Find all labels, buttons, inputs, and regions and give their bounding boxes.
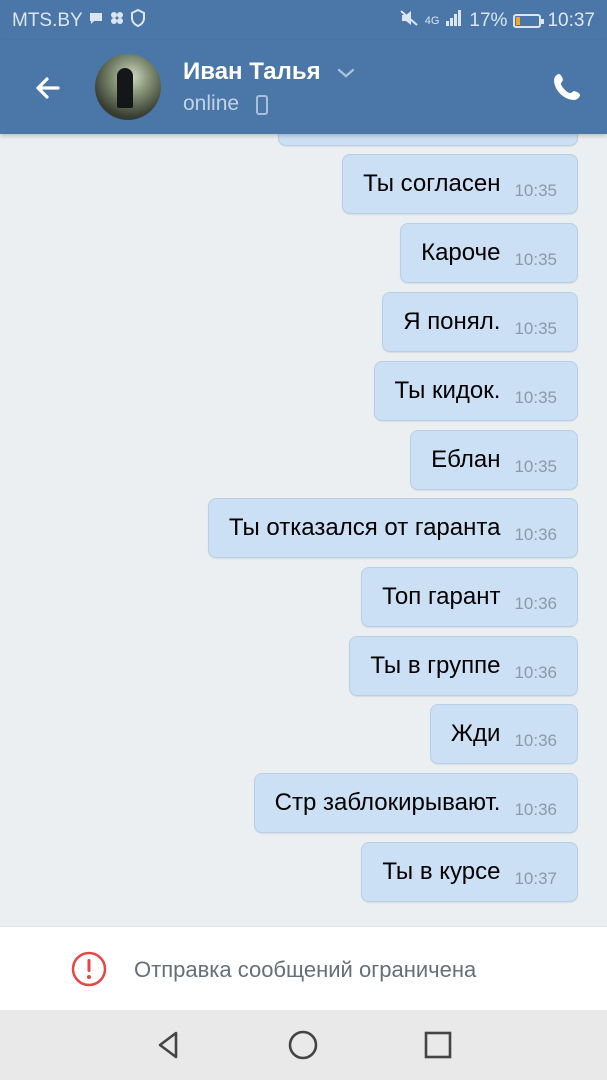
message-text: Я понял.: [403, 308, 501, 335]
message-text: Топ гарант: [382, 583, 501, 610]
restriction-notice: Отправка сообщений ограничена: [0, 926, 607, 1011]
message-text: Ты в курсе: [382, 858, 501, 885]
mobile-device-icon: [255, 95, 269, 120]
restriction-text: Отправка сообщений ограничена: [134, 957, 477, 982]
message-icon: [88, 10, 104, 32]
message-bubble[interactable]: Ты отказался от гаранта 10:36: [207, 498, 578, 558]
message-time: 10:36: [514, 663, 557, 682]
message-time: 10:36: [514, 594, 557, 613]
message-bubble[interactable]: Я понял. 10:35: [382, 292, 578, 352]
message-bubble[interactable]: Топ гарант 10:36: [361, 567, 578, 627]
nav-back-button[interactable]: [152, 1028, 186, 1062]
battery-icon: [513, 14, 545, 28]
phone-icon: [554, 74, 580, 100]
message-text: Кароче: [421, 239, 501, 266]
back-button[interactable]: [28, 68, 68, 108]
network-label: 4G: [424, 15, 440, 27]
message-time: 10:35: [514, 250, 557, 269]
message-text: Ты кидок.: [394, 377, 501, 404]
message-text: Ты согласен: [363, 170, 501, 197]
message-bubble[interactable]: Ты согласен 10:35: [342, 154, 578, 214]
message-list[interactable]: Ты согласен 10:35 Кароче 10:35 Я понял. …: [0, 134, 607, 926]
message-text: Стр заблокирывают.: [274, 789, 501, 816]
nav-recents-icon: [424, 1031, 452, 1059]
status-right: 4G 17% 10:37: [399, 9, 595, 33]
message-time: 10:35: [514, 319, 557, 338]
call-button[interactable]: [550, 70, 584, 104]
message-time: 10:36: [514, 525, 557, 544]
message-time: 10:35: [514, 181, 557, 200]
message-time: 10:35: [514, 388, 557, 407]
message-text: Ты в группе: [370, 652, 501, 679]
chevron-down-icon[interactable]: [337, 66, 355, 84]
message-text: Еблан: [431, 446, 501, 473]
message-bubble[interactable]: Стр заблокирывают. 10:36: [253, 773, 578, 833]
mute-icon: [399, 9, 419, 33]
nav-recents-button[interactable]: [421, 1028, 455, 1062]
shield-icon: [130, 8, 146, 33]
status-bar: MTS.BY 4G 17% 10:37: [0, 0, 607, 40]
battery-percent: 17%: [469, 10, 508, 31]
signal-icon: [445, 9, 463, 33]
message-bubble[interactable]: Ты кидок. 10:35: [373, 361, 578, 421]
avatar[interactable]: [95, 54, 161, 120]
message-text: Ты отказался от гаранта: [228, 514, 501, 541]
message-time: 10:36: [514, 731, 557, 750]
status-left: MTS.BY: [12, 8, 146, 33]
message-bubble[interactable]: Ты в курсе 10:37: [361, 842, 578, 902]
carrier-label: MTS.BY: [12, 10, 83, 31]
contact-status: online: [183, 92, 240, 115]
contact-name[interactable]: Иван Талья: [183, 58, 321, 86]
system-nav-bar: [0, 1010, 607, 1080]
message-bubble[interactable]: Ты в группе 10:36: [349, 636, 578, 696]
chat-header: Иван Талья online: [0, 40, 607, 134]
message-text: Жди: [450, 720, 501, 747]
message-bubble-partial[interactable]: [278, 134, 578, 146]
clock: 10:37: [547, 10, 595, 31]
apps-icon: [109, 10, 125, 32]
back-arrow-icon: [36, 77, 60, 99]
battery-level: [516, 17, 521, 25]
nav-home-icon: [288, 1030, 318, 1060]
message-time: 10:35: [514, 457, 557, 476]
message-bubble[interactable]: Жди 10:36: [429, 704, 578, 764]
message-bubble[interactable]: Кароче 10:35: [400, 223, 578, 283]
warning-icon: [71, 951, 107, 987]
message-bubble[interactable]: Еблан 10:35: [410, 430, 578, 490]
message-time: 10:37: [514, 869, 557, 888]
message-time: 10:36: [514, 800, 557, 819]
nav-home-button[interactable]: [286, 1028, 320, 1062]
nav-back-icon: [158, 1031, 178, 1059]
